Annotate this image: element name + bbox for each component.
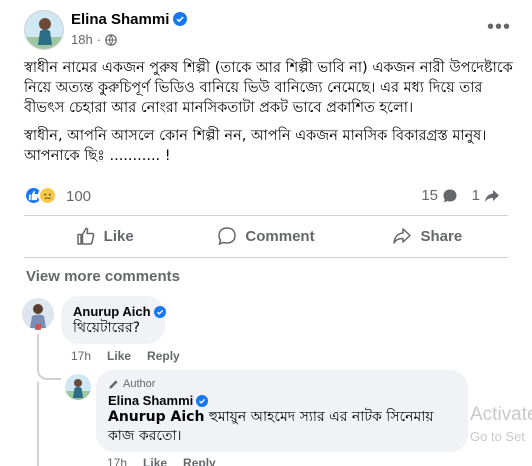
verified-badge-icon — [153, 306, 166, 318]
comment-like-button[interactable]: Like — [107, 349, 131, 363]
sad-reaction-icon — [38, 186, 57, 205]
author-badge: Author — [108, 378, 456, 390]
comment-button[interactable]: Comment — [185, 218, 346, 254]
commenter-name[interactable]: Anurup Aich — [73, 304, 166, 319]
comment-label: Comment — [245, 227, 315, 245]
pencil-icon — [109, 379, 118, 389]
thumbs-up-icon — [76, 227, 95, 245]
post-author[interactable]: Elina Shammi — [71, 11, 188, 28]
post-paragraph: স্বাধীন, আপনি আসলে কোন শিল্পী নন, আপনি এ… — [24, 128, 487, 164]
reply-mention[interactable]: Anurup Aich — [108, 409, 204, 425]
reply-time[interactable]: 17h — [107, 456, 127, 466]
comment-text: থিয়েটারের? — [73, 320, 141, 336]
watermark-subtitle: Go to Set — [470, 429, 525, 444]
post-time[interactable]: 18h — [71, 32, 93, 47]
reaction-count[interactable]: 100 — [66, 188, 91, 205]
post-card: Elina Shammi 18h · ••• স্বাধীন নামের একজ… — [0, 0, 532, 466]
comment-reply-button[interactable]: Reply — [147, 349, 180, 363]
comment-bubble-icon — [443, 189, 457, 202]
author-badge-label: Author — [123, 378, 156, 390]
reply-reply-button[interactable]: Reply — [183, 456, 216, 466]
post-text: স্বাধীন নামের একজন পুরুষ শিল্পী (তাকে আর… — [24, 58, 514, 174]
reply-text: Anurup Aich হুমায়ুন আহমেদ স্যার এর নাটক… — [108, 408, 456, 446]
reply-author-name[interactable]: Elina Shammi — [108, 393, 456, 408]
share-button[interactable]: Share — [347, 218, 508, 254]
comment-icon — [218, 227, 237, 246]
shares-count[interactable]: 1 — [472, 187, 500, 204]
like-button[interactable]: Like — [24, 218, 185, 254]
reply-comment: Author Elina Shammi Anurup Aich হুমায়ুন… — [0, 370, 532, 466]
post-paragraph: স্বাধীন নামের একজন পুরুষ শিল্পী (তাকে আর… — [24, 60, 513, 116]
activation-watermark: Activate Go to Set — [470, 404, 532, 444]
like-label: Like — [103, 227, 134, 245]
divider — [24, 257, 508, 258]
view-more-comments-link[interactable]: View more comments — [26, 268, 180, 285]
comment-bubble: Anurup Aich থিয়েটারের? — [61, 296, 166, 344]
post-actions: Like Comment Share — [24, 218, 508, 254]
reply-bubble: Author Elina Shammi Anurup Aich হুমায়ুন… — [96, 370, 468, 452]
reply-meta: 17h Like Reply — [107, 456, 216, 466]
reply-author-avatar[interactable] — [65, 374, 91, 400]
globe-icon[interactable] — [105, 33, 117, 46]
comment-meta: 17h Like Reply — [71, 349, 180, 363]
comments-count[interactable]: 15 — [421, 187, 458, 204]
share-label: Share — [420, 227, 463, 245]
share-icon — [393, 228, 412, 244]
verified-badge-icon — [173, 12, 188, 26]
post-meta: 18h · — [71, 32, 117, 47]
commenter-avatar[interactable] — [22, 298, 54, 330]
share-arrow-icon — [485, 189, 499, 202]
reaction-icons[interactable] — [24, 186, 57, 205]
more-options-button[interactable]: ••• — [484, 12, 514, 42]
post-header: Elina Shammi 18h · ••• — [24, 10, 514, 50]
watermark-title: Activate — [470, 404, 532, 425]
divider — [24, 215, 508, 216]
ellipsis-icon: ••• — [486, 15, 511, 38]
reply-like-button[interactable]: Like — [143, 456, 167, 466]
post-author-name[interactable]: Elina Shammi — [71, 11, 169, 28]
shares-count-value: 1 — [471, 187, 480, 204]
reactions-bar: 100 15 1 — [24, 186, 504, 208]
comment-time[interactable]: 17h — [71, 349, 91, 363]
verified-badge-icon — [196, 395, 209, 407]
author-avatar[interactable] — [24, 10, 64, 50]
comment: Anurup Aich থিয়েটারের? 17h Like Reply — [0, 296, 532, 366]
comments-count-value: 15 — [421, 187, 438, 204]
